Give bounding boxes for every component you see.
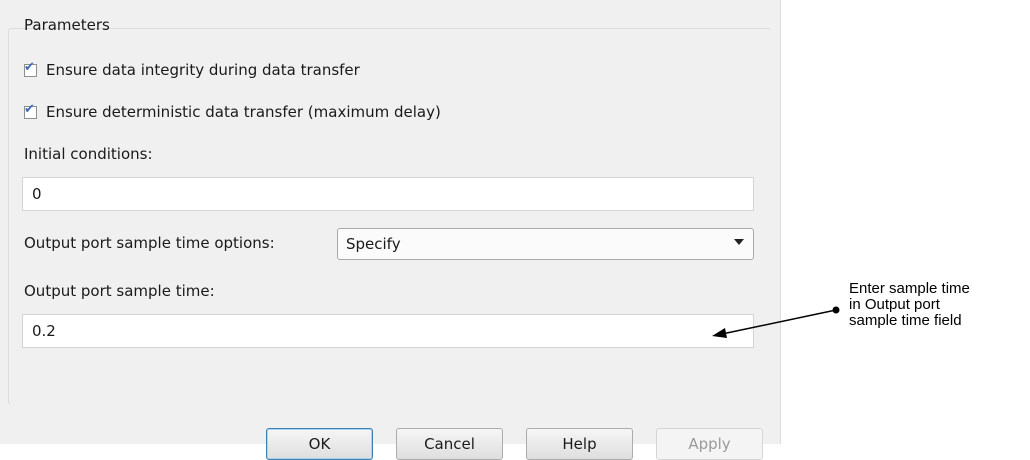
- annotation-callout: Enter sample time in Output port sample …: [849, 281, 970, 329]
- annotation-line: in Output port: [849, 296, 940, 313]
- annotation-pointer-arrow: [712, 306, 840, 338]
- annotation-line: sample time field: [849, 312, 962, 329]
- annotation-line: Enter sample time: [849, 280, 970, 297]
